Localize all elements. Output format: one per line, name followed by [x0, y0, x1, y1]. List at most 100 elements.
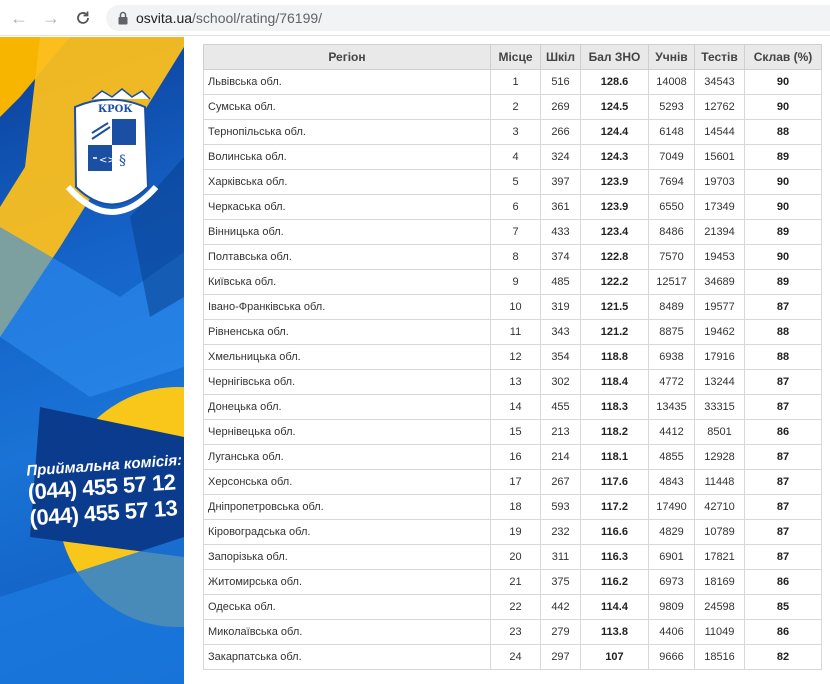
cell-place: 6: [490, 194, 541, 220]
side-banner[interactable]: <> § КРОК Приймальна комісія: (044) 455 …: [0, 37, 184, 684]
header-tests[interactable]: Тестів: [694, 44, 745, 70]
cell-students: 4406: [648, 619, 695, 645]
cell-place: 17: [490, 469, 541, 495]
table-row: Луганська обл. 16 214 118.1 4855 12928 87: [203, 444, 822, 470]
table-row: Запорізька обл. 20 311 116.3 6901 17821 87: [203, 544, 822, 570]
cell-tests: 21394: [694, 219, 745, 245]
cell-schools: 311: [540, 544, 581, 570]
cell-passed: 90: [744, 69, 822, 95]
cell-students: 6148: [648, 119, 695, 145]
cell-region: Закарпатська обл.: [203, 644, 491, 670]
cell-place: 1: [490, 69, 541, 95]
cell-passed: 89: [744, 269, 822, 295]
address-bar[interactable]: osvita.ua/school/rating/76199/: [106, 5, 830, 31]
cell-schools: 375: [540, 569, 581, 595]
admissions-promo[interactable]: Приймальна комісія: (044) 455 57 12 (044…: [26, 452, 184, 532]
cell-tests: 11049: [694, 619, 745, 645]
cell-passed: 87: [744, 544, 822, 570]
cell-schools: 516: [540, 69, 581, 95]
cell-region: Миколаївська обл.: [203, 619, 491, 645]
cell-tests: 12762: [694, 94, 745, 120]
cell-students: 5293: [648, 94, 695, 120]
banner-graphic: <> § КРОК: [0, 37, 184, 684]
cell-place: 5: [490, 169, 541, 195]
cell-schools: 279: [540, 619, 581, 645]
cell-region: Київська обл.: [203, 269, 491, 295]
cell-place: 2: [490, 94, 541, 120]
cell-schools: 266: [540, 119, 581, 145]
cell-passed: 90: [744, 169, 822, 195]
cell-place: 21: [490, 569, 541, 595]
cell-passed: 88: [744, 344, 822, 370]
header-schools[interactable]: Шкіл: [540, 44, 581, 70]
cell-place: 22: [490, 594, 541, 620]
cell-schools: 455: [540, 394, 581, 420]
table-row: Одеська обл. 22 442 114.4 9809 24598 85: [203, 594, 822, 620]
cell-place: 23: [490, 619, 541, 645]
cell-place: 14: [490, 394, 541, 420]
cell-region: Дніпропетровська обл.: [203, 494, 491, 520]
cell-region: Донецька обл.: [203, 394, 491, 420]
table-row: Харківська обл. 5 397 123.9 7694 19703 90: [203, 169, 822, 195]
cell-passed: 87: [744, 394, 822, 420]
cell-score: 118.4: [580, 369, 649, 395]
header-score[interactable]: Бал ЗНО: [580, 44, 649, 70]
cell-passed: 90: [744, 244, 822, 270]
cell-passed: 87: [744, 469, 822, 495]
cell-place: 15: [490, 419, 541, 445]
reload-icon[interactable]: [72, 7, 94, 29]
cell-passed: 82: [744, 644, 822, 670]
cell-tests: 8501: [694, 419, 745, 445]
svg-text:§: §: [119, 153, 126, 169]
table-row: Сумська обл. 2 269 124.5 5293 12762 90: [203, 94, 822, 120]
table-header-row: Регіон Місце Шкіл Бал ЗНО Учнів Тестів С…: [203, 44, 822, 70]
region-rating-table: Регіон Місце Шкіл Бал ЗНО Учнів Тестів С…: [203, 44, 822, 670]
cell-schools: 324: [540, 144, 581, 170]
cell-students: 4855: [648, 444, 695, 470]
table-body: Львівська обл. 1 516 128.6 14008 34543 90 Сумсь…: [203, 69, 822, 670]
cell-passed: 90: [744, 94, 822, 120]
cell-tests: 17821: [694, 544, 745, 570]
cell-passed: 90: [744, 194, 822, 220]
table-row: Волинська обл. 4 324 124.3 7049 15601 89: [203, 144, 822, 170]
cell-score: 123.9: [580, 194, 649, 220]
cell-region: Херсонська обл.: [203, 469, 491, 495]
arrow-left-icon[interactable]: ←: [8, 7, 30, 29]
cell-score: 118.8: [580, 344, 649, 370]
header-region[interactable]: Регіон: [203, 44, 491, 70]
url-host: osvita.ua: [136, 10, 193, 26]
table-row: Дніпропетровська обл. 18 593 117.2 17490 4271…: [203, 494, 822, 520]
cell-students: 17490: [648, 494, 695, 520]
cell-place: 4: [490, 144, 541, 170]
table-row: Житомирська обл. 21 375 116.2 6973 18169 86: [203, 569, 822, 595]
cell-score: 124.3: [580, 144, 649, 170]
cell-tests: 42710: [694, 494, 745, 520]
header-passed[interactable]: Склав (%): [744, 44, 822, 70]
cell-score: 122.8: [580, 244, 649, 270]
cell-students: 6550: [648, 194, 695, 220]
cell-region: Тернопільська обл.: [203, 119, 491, 145]
cell-region: Харківська обл.: [203, 169, 491, 195]
header-place[interactable]: Місце: [490, 44, 541, 70]
cell-students: 7694: [648, 169, 695, 195]
cell-tests: 19577: [694, 294, 745, 320]
url-text[interactable]: osvita.ua/school/rating/76199/: [136, 10, 322, 26]
cell-schools: 361: [540, 194, 581, 220]
cell-schools: 302: [540, 369, 581, 395]
cell-score: 117.6: [580, 469, 649, 495]
cell-tests: 19462: [694, 319, 745, 345]
cell-passed: 86: [744, 419, 822, 445]
cell-place: 3: [490, 119, 541, 145]
cell-region: Одеська обл.: [203, 594, 491, 620]
cell-schools: 343: [540, 319, 581, 345]
cell-tests: 14544: [694, 119, 745, 145]
cell-place: 19: [490, 519, 541, 545]
cell-passed: 85: [744, 594, 822, 620]
cell-score: 118.3: [580, 394, 649, 420]
arrow-right-icon[interactable]: →: [40, 7, 62, 29]
lock-icon: [118, 11, 128, 25]
cell-passed: 87: [744, 519, 822, 545]
cell-place: 20: [490, 544, 541, 570]
header-students[interactable]: Учнів: [648, 44, 695, 70]
cell-score: 124.5: [580, 94, 649, 120]
